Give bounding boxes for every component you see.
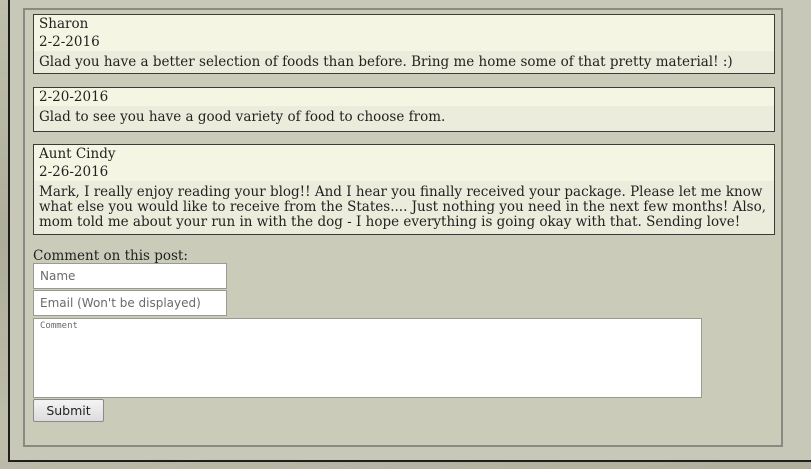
comment-textarea[interactable]: [33, 318, 702, 398]
comment-header: 2-20-2016: [34, 88, 774, 106]
comment-text: Glad to see you have a good variety of f…: [39, 109, 446, 125]
comment-header: Sharon 2-2-2016: [34, 15, 774, 51]
page-frame: Sharon 2-2-2016 Glad you have a better s…: [8, 0, 811, 462]
comment-author: Sharon: [39, 16, 89, 32]
comment-date: 2-26-2016: [39, 164, 109, 180]
email-input[interactable]: [33, 290, 227, 316]
name-input[interactable]: [33, 263, 227, 289]
comment-text: Mark, I really enjoy reading your blog!!…: [39, 184, 766, 230]
comment-form-label: Comment on this post:: [33, 248, 188, 264]
comment-item: Aunt Cindy 2-26-2016 Mark, I really enjo…: [33, 144, 775, 235]
submit-button[interactable]: Submit: [33, 399, 104, 422]
comment-item: Sharon 2-2-2016 Glad you have a better s…: [33, 14, 775, 74]
comment-date: 2-20-2016: [39, 89, 109, 105]
comments-section: Sharon 2-2-2016 Glad you have a better s…: [23, 8, 783, 447]
comment-text: Glad you have a better selection of food…: [39, 54, 733, 70]
comment-date: 2-2-2016: [39, 34, 100, 50]
comment-header: Aunt Cindy 2-26-2016: [34, 145, 774, 181]
comment-author: Aunt Cindy: [39, 146, 116, 162]
comment-item: 2-20-2016 Glad to see you have a good va…: [33, 87, 775, 132]
